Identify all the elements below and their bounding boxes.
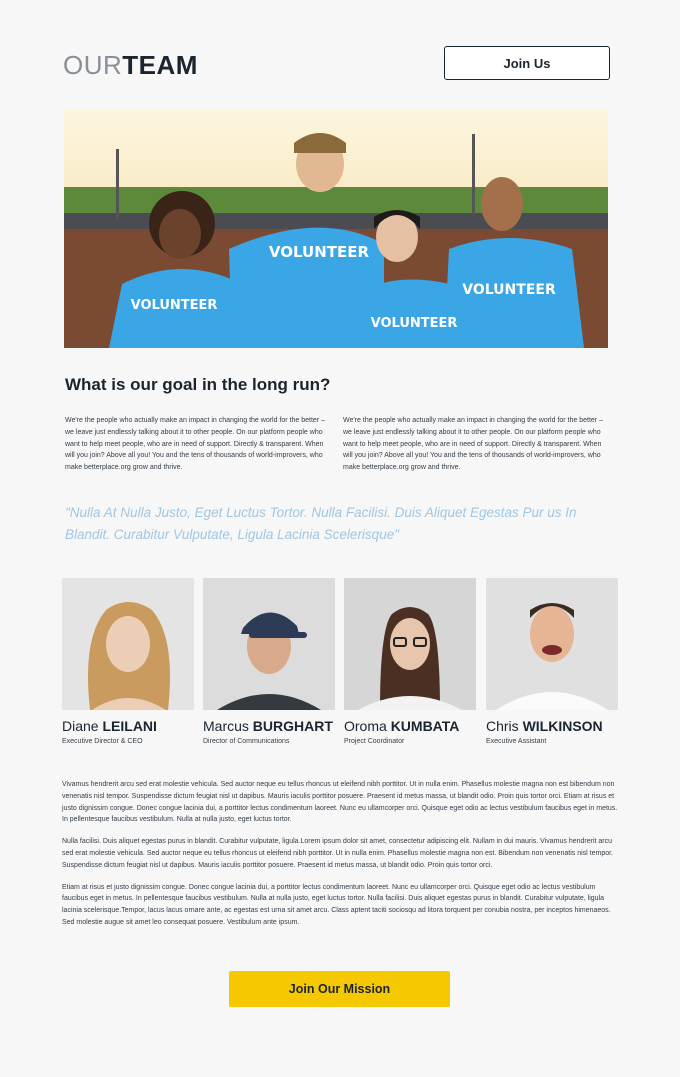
- member-name: Chris WILKINSON: [486, 718, 603, 734]
- goal-heading: What is our goal in the long run?: [65, 375, 331, 394]
- body-paragraph-2: Nulla facilisi. Duis aliquet egestas pur…: [62, 838, 613, 869]
- team-member-card: Chris WILKINSON Executive Assistant: [486, 578, 618, 745]
- title-bold: TEAM: [122, 50, 198, 80]
- member-name: Marcus BURGHART: [203, 718, 333, 734]
- team-grid: Diane LEILANI Executive Director & CEO M…: [62, 578, 618, 753]
- goal-text-left: We're the people who actually make an im…: [65, 417, 325, 472]
- volunteers-photo: VOLUNTEER VOLUNTEER VOLUNTEER VOLUNTEER: [64, 109, 608, 348]
- page-title: OURTEAM: [63, 50, 198, 81]
- member-name: Diane LEILANI: [62, 718, 157, 734]
- body-text: Vivamus hendrerit arcu sed erat molestie…: [62, 779, 618, 939]
- member-role: Project Coordinator: [344, 738, 405, 745]
- body-paragraph-3: Etiam at risus et justo dignissim congue…: [62, 883, 611, 926]
- team-member-card: Diane LEILANI Executive Director & CEO: [62, 578, 194, 745]
- shirt-text-4: VOLUNTEER: [462, 282, 556, 298]
- title-light: OUR: [63, 50, 123, 80]
- member-role: Executive Assistant: [486, 738, 547, 745]
- member-role: Director of Communications: [203, 738, 290, 745]
- member-role: Executive Director & CEO: [62, 738, 143, 745]
- join-us-button[interactable]: Join Us: [444, 46, 610, 80]
- team-member-card: Oroma KUMBATA Project Coordinator: [344, 578, 476, 745]
- shirt-text-1: VOLUNTEER: [269, 243, 370, 261]
- quote-text: "Nulla At Nulla Justo, Eget Luctus Torto…: [65, 505, 577, 542]
- team-member-card: Marcus BURGHART Director of Communicatio…: [203, 578, 335, 745]
- goal-text-right: We're the people who actually make an im…: [343, 417, 603, 472]
- page-header: OURTEAM Join Us: [63, 46, 610, 84]
- hero-image: VOLUNTEER VOLUNTEER VOLUNTEER VOLUNTEER: [64, 109, 608, 348]
- body-paragraph-1: Vivamus hendrerit arcu sed erat molestie…: [62, 781, 618, 824]
- member-photo: [344, 578, 476, 710]
- member-photo: [203, 578, 335, 710]
- shirt-text-3: VOLUNTEER: [371, 316, 458, 331]
- member-photo: [62, 578, 194, 710]
- join-mission-button[interactable]: Join Our Mission: [229, 971, 450, 1007]
- member-name: Oroma KUMBATA: [344, 718, 460, 734]
- shirt-text-2: VOLUNTEER: [131, 298, 218, 313]
- member-photo: [486, 578, 618, 710]
